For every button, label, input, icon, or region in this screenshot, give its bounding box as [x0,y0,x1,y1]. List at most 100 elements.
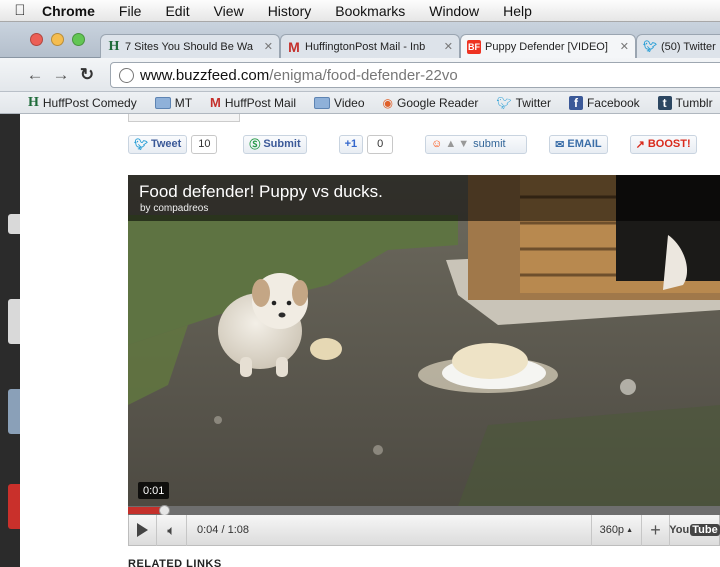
gmail-favicon-icon: M [288,38,300,55]
share-buttons-row: 🐦︎ Tweet 10 Ⓢ Submit +1 0 ☺ ▲ ▼ submit ✉… [128,134,697,154]
bookmark-twitter[interactable]: 🐦︎ Twitter [496,96,551,110]
bookmark-folder-mt[interactable]: MT [154,95,193,110]
back-icon[interactable]: ← [22,65,48,85]
tweet-count: 10 [191,134,218,154]
page-content: 🐦︎ Tweet 10 Ⓢ Submit +1 0 ☺ ▲ ▼ submit ✉… [20,114,720,567]
menu-history[interactable]: History [256,3,324,19]
hover-time-tooltip: 0:01 [138,482,170,499]
stumble-label: Submit [263,138,301,150]
food-clump [310,338,342,360]
bookmark-tumblr[interactable]: t Tumblr [657,95,713,110]
folder-icon [314,96,331,109]
bookmark-label: Tumblr [675,95,713,110]
menu-app-name[interactable]: Chrome [40,3,107,19]
bookmark-huffpost-mail[interactable]: M HuffPost Mail [210,95,296,110]
screen:  Chrome File Edit View History Bookmark… [0,0,720,567]
menu-window[interactable]: Window [417,3,491,19]
url-path: /enigma/food-defender-22vo [269,66,458,84]
menu-view[interactable]: View [202,3,256,19]
twitter-favicon-icon: 🐦︎ [643,41,657,53]
bookmark-label: Facebook [586,95,640,110]
bookmark-folder-video[interactable]: Video [314,95,365,110]
tab-twitter[interactable]: 🐦︎ (50) Twitter [636,34,720,58]
menu-edit[interactable]: Edit [153,3,201,19]
quality-label: 360p [599,524,625,536]
close-window-button[interactable] [30,33,43,46]
video-controls: 🔈︎ 0:04 / 1:08 360p ▲ + You Tube [128,514,720,546]
boost-label: BOOST! [647,138,691,150]
email-share-button[interactable]: ✉ EMAIL [549,134,608,154]
window-controls [30,33,85,46]
caret-up-icon: ▲ [626,526,633,534]
sidebar-thumbnail[interactable] [8,214,20,234]
forward-icon[interactable]: → [48,65,74,85]
tab-close-icon[interactable]: ✕ [264,40,273,53]
huffpost-favicon-icon: H [28,94,39,110]
reddit-label: submit [473,138,506,150]
tumblr-icon: t [657,95,672,110]
boost-button[interactable]: ↗ BOOST! [629,134,697,154]
tab-close-icon[interactable]: ✕ [620,40,629,53]
volume-button[interactable]: 🔈︎ [157,514,187,546]
email-label: EMAIL [567,138,602,150]
reload-icon[interactable]: ↻ [74,65,100,85]
logo-tube: Tube [690,524,720,536]
tweet-button[interactable]: 🐦︎ Tweet [128,134,188,154]
boost-arrow-icon: ↗ [635,138,645,151]
tab-huffpost-sites[interactable]: H 7 Sites You Should Be Wa ✕ [100,34,280,58]
bookmark-huffpost-comedy[interactable]: H HuffPost Comedy [28,95,137,111]
facebook-icon: f [568,95,583,110]
bookmark-label: Video [334,95,365,110]
tab-huffpost-mail[interactable]: M HuffingtonPost Mail - Inb ✕ [280,34,460,58]
tab-puppy-defender[interactable]: BF Puppy Defender [VIDEO] ✕ [460,34,636,58]
video-title[interactable]: Food defender! Puppy vs ducks. [139,182,383,202]
upvote-arrow-icon[interactable]: ▲ [445,138,456,150]
address-bar[interactable]: www.buzzfeed.com/enigma/food-defender-22… [110,62,720,88]
sidebar-thumbnail[interactable] [8,389,20,434]
youtube-logo[interactable]: You Tube [669,514,720,546]
time-display: 0:04 / 1:08 [197,524,249,536]
play-button[interactable] [129,514,157,546]
zoom-window-button[interactable] [72,33,85,46]
sidebar-thumbnail[interactable] [8,299,20,344]
menu-file[interactable]: File [107,3,154,19]
tweet-label: Tweet [150,138,182,150]
gmail-favicon-icon: M [210,95,221,110]
plusone-label: +1 [344,138,358,150]
bookmark-label: HuffPost Comedy [42,95,137,110]
bookmark-facebook[interactable]: f Facebook [568,95,640,110]
video-player[interactable]: Food defender! Puppy vs ducks. by compad… [128,175,720,506]
quality-selector[interactable]: 360p ▲ [590,514,641,546]
tab-label: 7 Sites You Should Be Wa [125,40,254,53]
downvote-arrow-icon[interactable]: ▼ [458,138,469,150]
plus-icon: + [650,519,661,540]
huffpost-favicon-icon: H [108,38,120,54]
twitter-bird-icon: 🐦︎ [134,138,148,151]
puppy-ear [252,279,270,307]
menu-bookmarks[interactable]: Bookmarks [323,3,417,19]
bookmark-google-reader[interactable]: ◉ Google Reader [383,96,479,110]
google-plusone-button[interactable]: +1 [338,134,364,154]
apple-icon[interactable]:  [0,2,40,19]
play-icon [137,523,148,537]
plusone-count: 0 [367,134,394,154]
top-partial-button [128,114,240,122]
folder-icon [154,96,171,109]
reddit-submit-button[interactable]: ☺ ▲ ▼ submit [425,134,528,154]
mac-menu-bar:  Chrome File Edit View History Bookmark… [0,0,720,22]
bookmark-label: MT [174,95,193,110]
logo-you: You [669,524,690,536]
food-pile [452,343,528,379]
google-reader-icon: ◉ [382,95,393,110]
tab-close-icon[interactable]: ✕ [444,40,453,53]
stumbleupon-submit-button[interactable]: Ⓢ Submit [243,134,307,154]
reddit-alien-icon: ☺ [431,138,443,150]
bookmark-label: Twitter [515,95,551,110]
add-to-button[interactable]: + [641,514,669,546]
minimize-window-button[interactable] [51,33,64,46]
browser-toolbar: ← → ↻ www.buzzfeed.com/enigma/food-defen… [0,58,720,92]
menu-help[interactable]: Help [491,3,544,19]
video-byline[interactable]: by compadreos [140,203,208,214]
puppy-ear [292,280,308,306]
sidebar-thumbnail[interactable] [8,484,20,529]
